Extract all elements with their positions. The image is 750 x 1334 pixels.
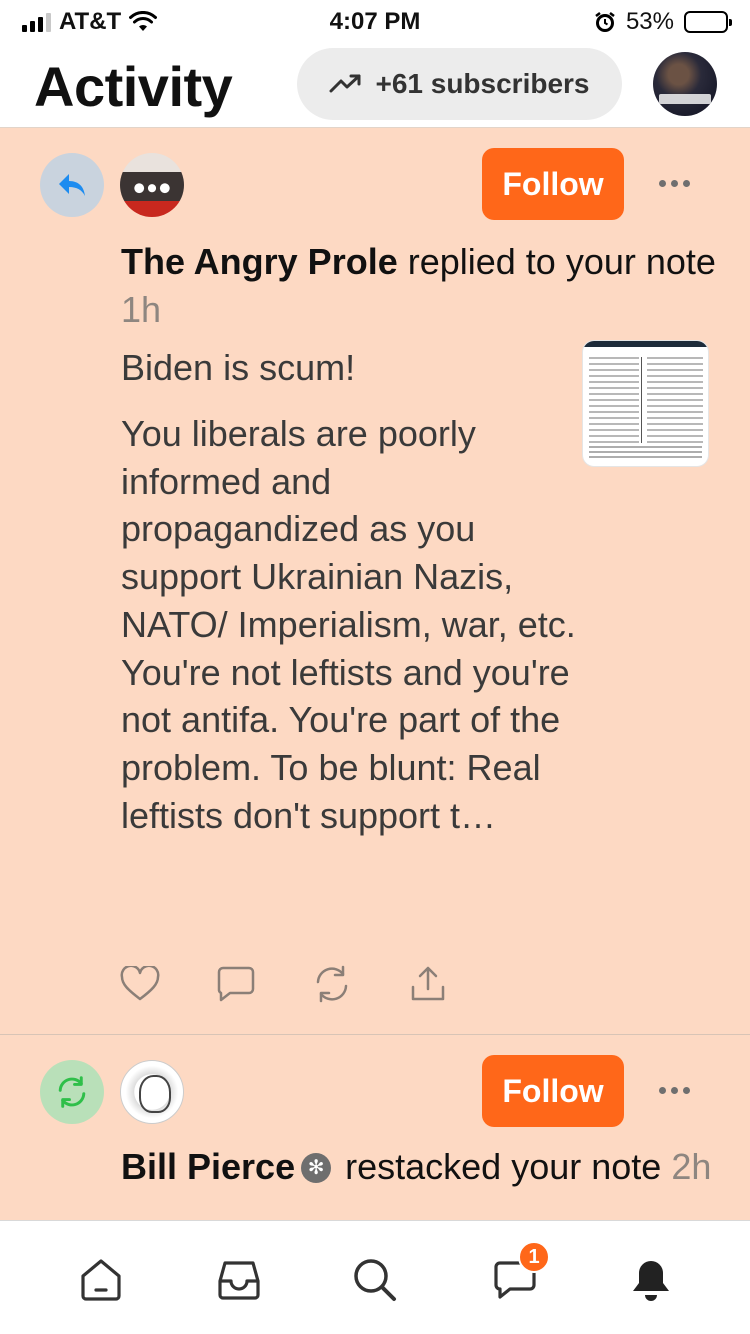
status-bar: AT&T 4:07 PM 53%: [0, 0, 750, 40]
subscribers-pill[interactable]: +61 subscribers: [297, 48, 622, 120]
follow-button[interactable]: Follow: [482, 1055, 624, 1127]
timestamp: 1h: [121, 289, 162, 330]
timestamp: 2h: [671, 1146, 712, 1187]
restack-icon: [58, 1076, 86, 1108]
action-text: replied to your note: [407, 241, 716, 282]
restack-badge: [40, 1060, 104, 1124]
activity-item[interactable]: Follow The Angry Prole replied to your n…: [0, 128, 750, 1034]
note-image-thumbnail[interactable]: [582, 340, 709, 467]
profile-avatar[interactable]: [653, 52, 717, 116]
inbox-icon[interactable]: [214, 1255, 264, 1305]
subscribers-label: +61 subscribers: [375, 68, 590, 99]
user-name[interactable]: Bill Pierce: [121, 1146, 295, 1187]
alarm-icon: [595, 12, 615, 32]
user-avatar[interactable]: [120, 153, 184, 217]
action-text: restacked your note: [345, 1146, 662, 1187]
tab-bar: 1: [0, 1220, 750, 1334]
trending-up-icon: [329, 74, 361, 93]
heart-icon[interactable]: [120, 964, 160, 1004]
user-avatar[interactable]: [120, 1060, 184, 1124]
chat-badge: 1: [518, 1241, 550, 1273]
status-right: 53%: [594, 8, 732, 36]
header: Activity +61 subscribers: [0, 40, 750, 128]
reply-arrow-icon: [59, 174, 85, 196]
user-name[interactable]: The Angry Prole: [121, 241, 398, 282]
comment-icon[interactable]: [216, 964, 256, 1004]
activity-headline: The Angry Prole replied to your note 1h: [121, 238, 721, 334]
home-icon[interactable]: [76, 1255, 126, 1305]
note-first-line[interactable]: Biden is scum!: [121, 344, 355, 392]
activity-feed[interactable]: Follow The Angry Prole replied to your n…: [0, 128, 750, 1220]
note-body[interactable]: You liberals are poorly informed and pro…: [121, 410, 576, 839]
more-options-button[interactable]: [652, 168, 696, 198]
restack-icon[interactable]: [312, 964, 352, 1004]
battery-percent: 53%: [625, 8, 674, 35]
verified-badge-icon: [301, 1153, 332, 1183]
bell-icon[interactable]: [626, 1255, 676, 1305]
battery-icon: [684, 11, 732, 33]
engagement-bar: [120, 964, 448, 1004]
more-options-button[interactable]: [652, 1075, 696, 1105]
page-title: Activity: [34, 55, 233, 118]
reply-badge: [40, 153, 104, 217]
share-icon[interactable]: [408, 964, 448, 1004]
activity-headline: Bill Pierce restacked your note 2h: [121, 1143, 721, 1191]
follow-button[interactable]: Follow: [482, 148, 624, 220]
search-icon[interactable]: [350, 1255, 400, 1305]
activity-item[interactable]: Follow Bill Pierce restacked your note 2…: [0, 1034, 750, 1220]
